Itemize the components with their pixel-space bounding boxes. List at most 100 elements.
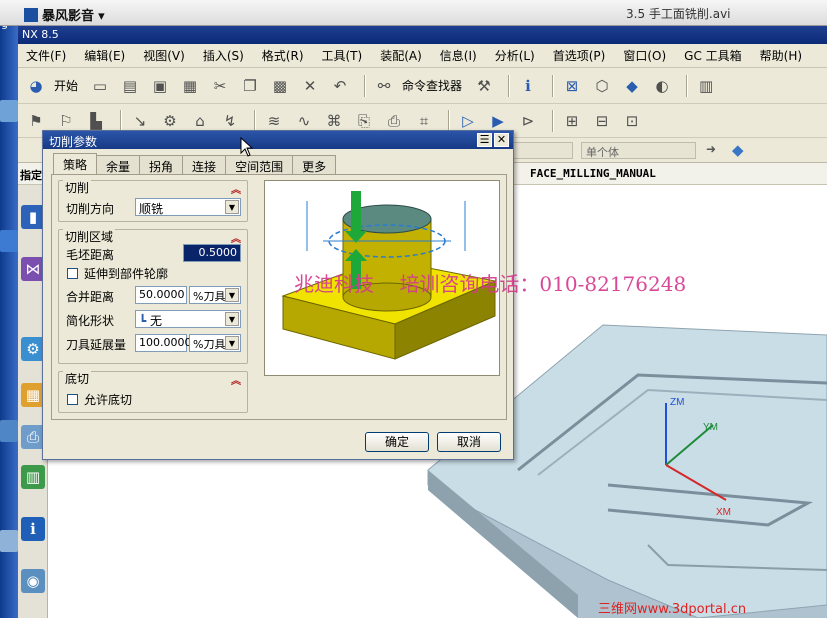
menu-assembly[interactable]: 装配(A) [380,47,422,64]
operation-icon[interactable]: ⊞ [560,110,584,132]
info-icon[interactable]: ℹ [516,75,540,97]
cue-line-label: 指定 [20,169,42,182]
info-resource-icon[interactable]: ℹ [21,517,45,541]
render-cube-icon[interactable]: ◆ [620,75,644,97]
tool-display-icon[interactable]: ▷ [456,110,480,132]
cut-region-group-title: 切削区域 [63,228,116,245]
desktop-left-strip: g [0,0,18,618]
desktop-icon[interactable] [0,420,18,442]
menu-analysis[interactable]: 分析(L) [495,47,535,64]
geometry-view-icon[interactable]: ⌂ [188,110,212,132]
paste-icon[interactable]: ▩ [268,75,292,97]
allow-undercut-checkbox[interactable] [67,394,78,405]
orient-icon[interactable]: ⬡ [590,75,614,97]
history-icon[interactable]: ◉ [21,569,45,593]
command-finder-button[interactable]: 命令查找器 [402,77,462,94]
tab-containment[interactable]: 空间范围 [225,155,294,175]
tool-extend-label: 刀具延展量 [66,338,127,352]
dialog-close-icon[interactable]: ✕ [494,133,509,147]
menu-tools[interactable]: 工具(T) [322,47,363,64]
fit-view-icon[interactable]: ⊠ [560,75,584,97]
simplify-shape-select[interactable]: ┗ 无 ▼ [135,310,241,328]
create-geometry-icon[interactable]: ▙ [84,110,108,132]
merge-distance-label: 合并距离 [66,290,115,304]
desktop-icon[interactable] [0,530,18,552]
replay-icon[interactable]: ∿ [292,110,316,132]
menu-window[interactable]: 窗口(O) [623,47,666,64]
postprocess-icon[interactable]: ⎘ [352,110,376,132]
dialog-menu-icon[interactable]: ☰ [477,133,492,147]
desktop-icon[interactable] [0,100,18,122]
start-button[interactable]: 开始 [54,77,78,94]
player-logo-icon [24,8,38,22]
menu-gc-toolbox[interactable]: GC 工具箱 [684,47,742,64]
shading-icon[interactable]: ◐ [650,75,674,97]
menu-format[interactable]: 格式(R) [262,47,304,64]
delete-icon[interactable]: ✕ [298,75,322,97]
cancel-button[interactable]: 取消 [437,432,501,452]
undercut-group-title: 底切 [63,370,92,387]
print-icon[interactable]: ▦ [178,75,202,97]
menu-preferences[interactable]: 首选项(P) [553,47,606,64]
menu-insert[interactable]: 插入(S) [203,47,244,64]
tool-extend-input[interactable]: 100.0000 [135,334,192,352]
collapse-chevron-icon[interactable]: ︽ [231,372,241,387]
output-cls-icon[interactable]: ⌗ [412,110,436,132]
menu-help[interactable]: 帮助(H) [760,47,802,64]
cut-direction-select[interactable]: 顺铣 ▼ [135,198,241,216]
blank-distance-label: 毛坯距离 [66,248,115,262]
tab-corners[interactable]: 拐角 [139,155,184,175]
tool-holder-icon[interactable]: ⊳ [516,110,540,132]
player-file-title: 3.5 手工面铣削.avi [626,7,731,21]
tool-icon[interactable]: ⚒ [472,75,496,97]
blank-distance-input[interactable]: 0.5000 [183,244,241,262]
cut-icon[interactable]: ✂ [208,75,232,97]
collapse-chevron-icon[interactable]: ︽ [231,181,241,196]
tool-extend-unit-value: %刀具 [193,338,226,351]
collapse-chevron-icon[interactable]: ︽ [231,230,241,245]
feeds-icon[interactable]: ⊟ [590,110,614,132]
toolbar-separator [448,109,450,132]
layer-icon[interactable]: ▥ [694,75,718,97]
tab-strategy[interactable]: 策略 [53,153,98,175]
machine-tool-icon[interactable]: ⚙ [158,110,182,132]
copy-icon[interactable]: ❐ [238,75,262,97]
cube-icon[interactable]: ◆ [732,141,744,159]
tool-extend-unit-select[interactable]: %刀具 ▼ [189,334,241,352]
player-logo[interactable]: 暴风影音 ▾ [24,5,105,24]
ok-button[interactable]: 确定 [365,432,429,452]
tool-path-icon[interactable]: ▶ [486,110,510,132]
open-icon[interactable]: ▤ [118,75,142,97]
menu-file[interactable]: 文件(F) [26,47,66,64]
create-tool-icon[interactable]: ⚐ [54,110,78,132]
depth-arrow [351,191,361,231]
create-program-icon[interactable]: ⚑ [24,110,48,132]
shop-doc-icon[interactable]: ⎙ [382,110,406,132]
menu-view[interactable]: 视图(V) [143,47,185,64]
merge-unit-select[interactable]: %刀具 ▼ [189,286,241,304]
object-icon[interactable]: ⊡ [620,110,644,132]
tab-stock[interactable]: 余量 [96,155,141,175]
single-body-select[interactable]: 单个体 [581,142,696,159]
menu-info[interactable]: 信息(I) [440,47,477,64]
extend-to-part-checkbox[interactable] [67,268,78,279]
cut-direction-label: 切削方向 [66,202,115,216]
binoculars-icon[interactable]: ⚯ [372,75,396,97]
start-icon[interactable]: ◕ [24,75,48,97]
program-order-icon[interactable]: ↘ [128,110,152,132]
merge-distance-input[interactable]: 50.0000 [135,286,187,304]
dialog-titlebar[interactable]: 切削参数 [43,131,513,149]
menu-edit[interactable]: 编辑(E) [84,47,125,64]
generate-path-icon[interactable]: ≋ [262,110,286,132]
reuse-library-icon[interactable]: ▥ [21,465,45,489]
new-icon[interactable]: ▭ [88,75,112,97]
save-icon[interactable]: ▣ [148,75,172,97]
undo-icon[interactable]: ↶ [328,75,352,97]
desktop-icon[interactable] [0,230,18,252]
method-view-icon[interactable]: ↯ [218,110,242,132]
arrow-icon[interactable]: ➜ [706,142,716,156]
tab-connections[interactable]: 连接 [182,155,227,175]
cutting-group-title: 切削 [63,179,92,196]
verify-icon[interactable]: ⌘ [322,110,346,132]
tab-more[interactable]: 更多 [292,155,337,175]
